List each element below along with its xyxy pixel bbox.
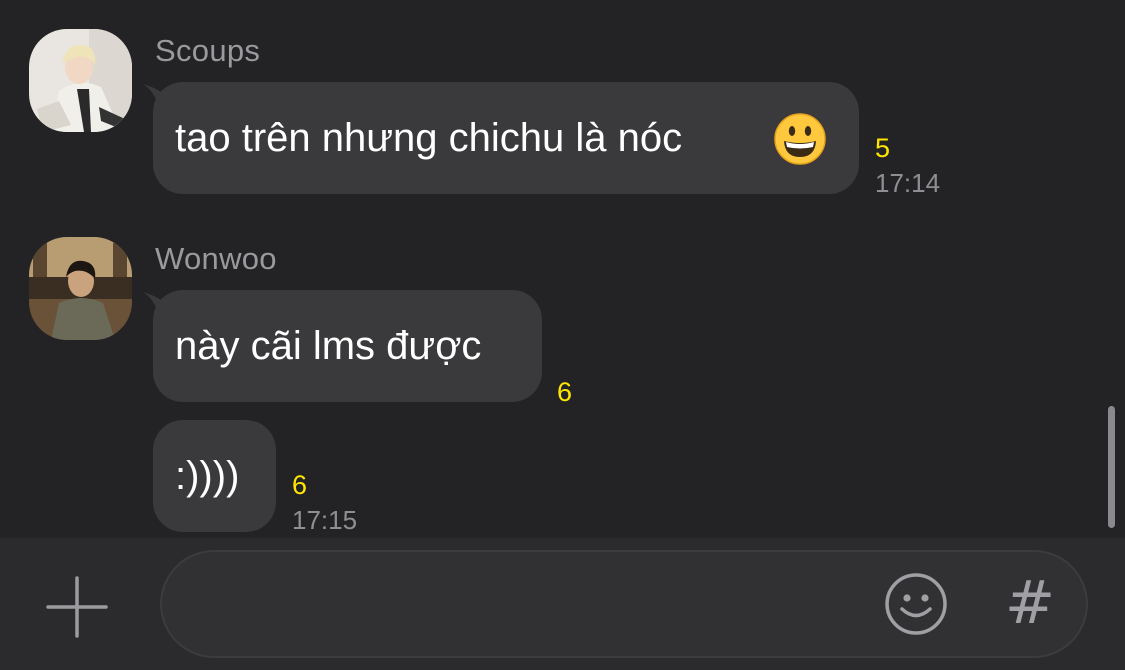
avatar-scoups-image bbox=[29, 29, 132, 132]
message-text: tao trên nhưng chichu là nóc bbox=[175, 116, 683, 160]
plus-icon bbox=[46, 576, 108, 638]
unread-count: 6 bbox=[557, 377, 573, 407]
emoji-button[interactable] bbox=[884, 572, 948, 636]
message-time: 17:15 bbox=[292, 505, 358, 535]
unread-count: 5 bbox=[875, 133, 891, 163]
message-time: 17:14 bbox=[875, 168, 941, 198]
bubble-tail-icon bbox=[143, 84, 167, 104]
message-text: này cãi lms được bbox=[175, 324, 482, 368]
sender-name: Scoups bbox=[155, 33, 261, 68]
message-input[interactable] bbox=[192, 552, 876, 658]
grinning-face-icon bbox=[774, 113, 826, 165]
message-input-field[interactable]: # bbox=[160, 550, 1088, 658]
message-input-bar: # bbox=[0, 538, 1125, 670]
bubble-tail-icon bbox=[143, 292, 167, 312]
message-bubble[interactable]: này cãi lms được bbox=[143, 290, 542, 402]
sender-name: Wonwoo bbox=[155, 241, 277, 276]
smiley-icon bbox=[885, 573, 947, 635]
unread-count: 6 bbox=[292, 470, 308, 500]
chat-area[interactable]: Scoups tao trên nhưng chichu là nóc 5 17… bbox=[0, 0, 1125, 538]
message-bubble[interactable]: :)))) bbox=[153, 420, 276, 532]
avatar-wonwoo-image bbox=[29, 237, 132, 340]
add-attachment-button[interactable] bbox=[40, 570, 114, 644]
hashtag-icon[interactable]: # bbox=[1000, 568, 1060, 638]
message-text: :)))) bbox=[175, 454, 240, 498]
avatar-wonwoo[interactable] bbox=[29, 237, 132, 340]
message-bubble[interactable]: tao trên nhưng chichu là nóc bbox=[143, 82, 859, 194]
scrollbar[interactable] bbox=[1108, 406, 1115, 528]
avatar-scoups[interactable] bbox=[29, 29, 132, 132]
